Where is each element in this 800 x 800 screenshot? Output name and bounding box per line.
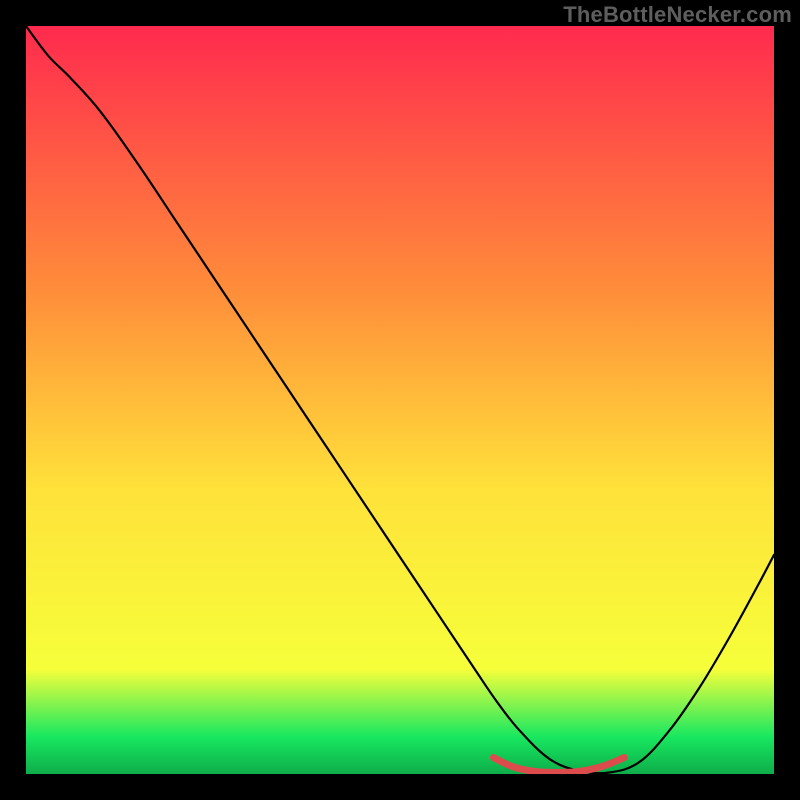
chart-svg xyxy=(26,26,774,774)
watermark-text: TheBottleNecker.com xyxy=(563,2,792,28)
chart-frame: TheBottleNecker.com xyxy=(0,0,800,800)
plot-area xyxy=(26,26,774,774)
gradient-background xyxy=(26,26,774,774)
